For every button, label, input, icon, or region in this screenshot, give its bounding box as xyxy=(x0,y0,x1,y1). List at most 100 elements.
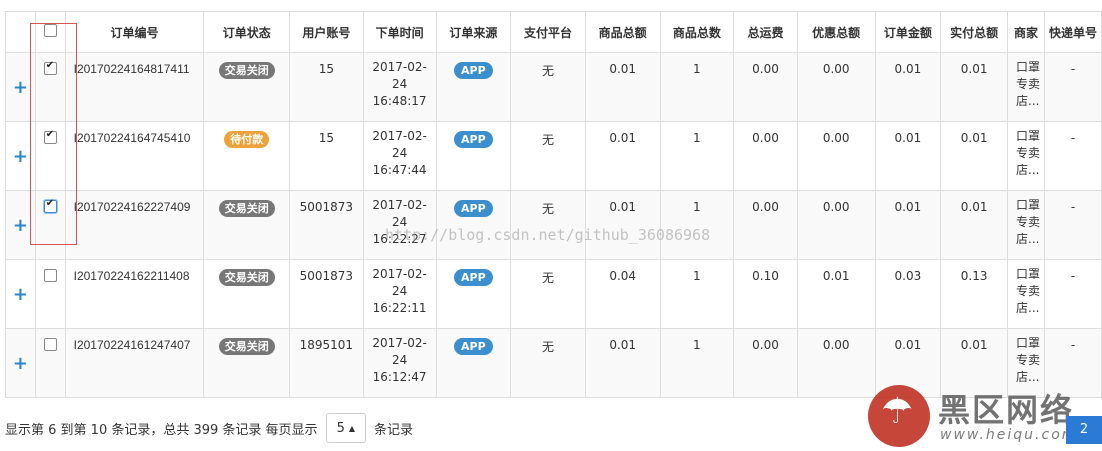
expand-plus-icon[interactable]: + xyxy=(5,259,36,329)
header-paid[interactable]: 实付总额 xyxy=(940,11,1009,53)
pagination-info: 显示第 6 到第 10 条记录，总共 399 条记录 每页显示 5 ▲ 条记录 xyxy=(5,413,413,443)
header-freight[interactable]: 总运费 xyxy=(733,11,798,53)
goods-count: 1 xyxy=(659,190,735,260)
umbrella-icon xyxy=(868,385,930,447)
merchant-line: 店... xyxy=(1016,301,1040,315)
order-time: 2017-02- 24 16:22:27 xyxy=(362,190,437,260)
row-checkbox[interactable] xyxy=(43,60,57,75)
pay-platform: 无 xyxy=(510,121,586,191)
row-select-cell[interactable] xyxy=(34,52,66,122)
order-time-line: 24 xyxy=(391,215,408,229)
pay-platform: 无 xyxy=(510,259,586,329)
goods-total: 0.01 xyxy=(584,52,661,122)
table-row: + I20170224164817411 交易关闭 15 2017-02- 24 16:48… xyxy=(5,52,1102,122)
row-select-cell[interactable] xyxy=(34,259,66,329)
header-select-all[interactable] xyxy=(34,11,66,53)
merchant-line: 口罩 xyxy=(1016,129,1041,143)
discount: 0.01 xyxy=(796,259,876,329)
header-discount[interactable]: 优惠总额 xyxy=(796,11,876,53)
header-goods-count[interactable]: 商品总数 xyxy=(659,11,735,53)
status-badge: 交易关闭 xyxy=(218,200,275,217)
header-source[interactable]: 订单来源 xyxy=(435,11,512,53)
goods-total: 0.01 xyxy=(584,121,661,191)
merchant-line: 专卖 xyxy=(1016,77,1041,91)
header-express[interactable]: 快递单号 xyxy=(1043,11,1102,53)
header-user[interactable]: 用户账号 xyxy=(288,11,364,53)
header-status[interactable]: 订单状态 xyxy=(203,11,290,53)
status-cell: 交易关闭 xyxy=(203,190,290,260)
page-size-select[interactable]: 5 ▲ xyxy=(325,413,366,443)
order-number: I20170224161247407 xyxy=(64,328,205,398)
expand-plus-icon[interactable]: + xyxy=(5,52,36,122)
goods-count: 1 xyxy=(659,52,735,122)
order-time: 2017-02- 24 16:48:17 xyxy=(362,52,437,122)
order-amount: 0.01 xyxy=(874,121,942,191)
freight: 0.10 xyxy=(733,259,798,329)
paid-amount: 0.13 xyxy=(940,259,1009,329)
header-merchant[interactable]: 商家 xyxy=(1007,11,1045,53)
header-order-no[interactable]: 订单编号 xyxy=(64,11,205,53)
merchant-line: 口罩 xyxy=(1016,198,1041,212)
source-cell: APP xyxy=(435,259,512,329)
user-account: 15 xyxy=(288,121,364,191)
page-button-current[interactable]: 2 xyxy=(1066,416,1102,444)
order-number: I20170224164817411 xyxy=(64,52,205,122)
expand-plus-icon[interactable]: + xyxy=(5,121,36,191)
pay-platform: 无 xyxy=(510,190,586,260)
order-number: I20170224162211408 xyxy=(64,259,205,329)
select-all-checkbox[interactable] xyxy=(43,24,57,37)
merchant-name: 口罩 专卖 店... xyxy=(1007,259,1045,329)
header-order-amount[interactable]: 订单金额 xyxy=(874,11,942,53)
discount: 0.00 xyxy=(796,52,876,122)
status-cell: 交易关闭 xyxy=(203,52,290,122)
pay-platform: 无 xyxy=(510,52,586,122)
expand-plus-icon[interactable]: + xyxy=(5,328,36,398)
merchant-line: 口罩 xyxy=(1016,60,1041,74)
row-checkbox[interactable] xyxy=(43,338,57,351)
goods-count: 1 xyxy=(659,259,735,329)
goods-count: 1 xyxy=(659,328,735,398)
order-time-line: 16:12:47 xyxy=(372,370,427,384)
header-pay[interactable]: 支付平台 xyxy=(510,11,586,53)
row-checkbox[interactable] xyxy=(43,129,57,144)
merchant-line: 店... xyxy=(1016,94,1040,108)
order-time: 2017-02- 24 16:22:11 xyxy=(362,259,437,329)
express-number: - xyxy=(1043,259,1102,329)
discount: 0.00 xyxy=(796,121,876,191)
source-badge: APP xyxy=(454,200,493,217)
paid-amount: 0.01 xyxy=(940,121,1009,191)
table-row: + I20170224162211408 交易关闭 5001873 2017-02- 24… xyxy=(5,259,1102,329)
order-time-line: 2017-02- xyxy=(372,267,427,281)
merchant-line: 专卖 xyxy=(1016,215,1041,229)
orders-table: 订单编号 订单状态 用户账号 下单时间 订单来源 支付平台 商品总额 商品总数 … xyxy=(5,11,1102,398)
order-time: 2017-02- 24 16:12:47 xyxy=(362,328,437,398)
freight: 0.00 xyxy=(733,52,798,122)
row-select-cell[interactable] xyxy=(34,328,66,398)
expand-plus-icon[interactable]: + xyxy=(5,190,36,260)
status-cell: 待付款 xyxy=(203,121,290,191)
row-select-cell[interactable] xyxy=(34,190,66,260)
merchant-name: 口罩 专卖 店... xyxy=(1007,190,1045,260)
freight: 0.00 xyxy=(733,121,798,191)
freight: 0.00 xyxy=(733,328,798,398)
row-checkbox[interactable] xyxy=(43,198,57,213)
header-goods-total[interactable]: 商品总额 xyxy=(584,11,661,53)
paid-amount: 0.01 xyxy=(940,52,1009,122)
discount: 0.00 xyxy=(796,190,876,260)
order-amount: 0.03 xyxy=(874,259,942,329)
header-time[interactable]: 下单时间 xyxy=(362,11,437,53)
merchant-name: 口罩专卖店... xyxy=(1007,52,1045,122)
table-header-row: 订单编号 订单状态 用户账号 下单时间 订单来源 支付平台 商品总额 商品总数 … xyxy=(5,11,1102,53)
merchant-line: 口罩 xyxy=(1016,267,1041,281)
row-select-cell[interactable] xyxy=(34,121,66,191)
row-checkbox[interactable] xyxy=(43,269,57,282)
order-time-line: 16:47:44 xyxy=(372,163,427,177)
goods-total: 0.01 xyxy=(584,328,661,398)
source-badge: APP xyxy=(454,62,493,79)
user-account: 15 xyxy=(288,52,364,122)
logo-brand: 黑区网络 xyxy=(938,391,1075,429)
order-time-line: 24 xyxy=(391,146,408,160)
status-cell: 交易关闭 xyxy=(203,259,290,329)
order-time-line: 24 xyxy=(391,77,408,91)
source-badge: APP xyxy=(454,338,493,355)
